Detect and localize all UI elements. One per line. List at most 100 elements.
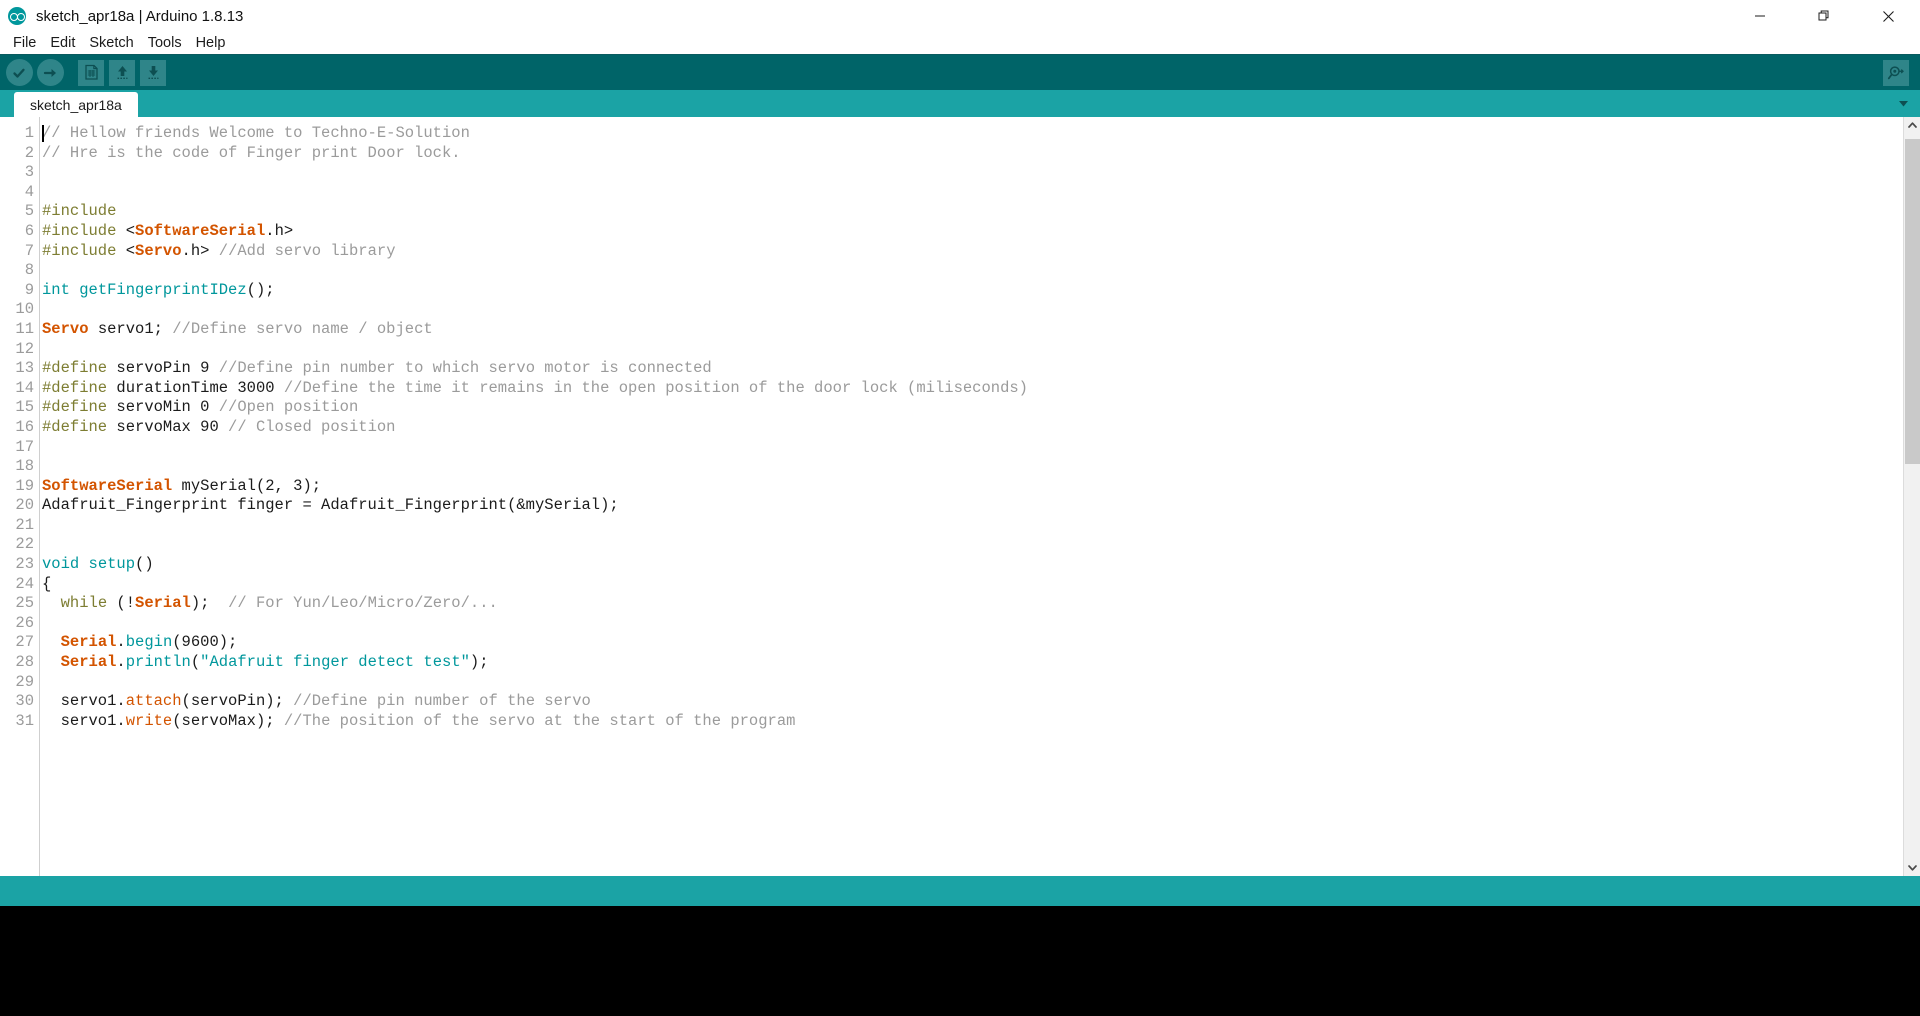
line-number: 13 [15, 359, 34, 378]
minimize-button[interactable] [1728, 0, 1792, 32]
code-line: SoftwareSerial mySerial(2, 3); [42, 476, 322, 495]
chevron-down-icon [1908, 865, 1917, 871]
code-line: Serial.begin(9600); [60, 633, 238, 652]
line-number: 20 [15, 496, 34, 515]
code-line: #include [42, 202, 117, 221]
upload-button[interactable] [36, 59, 64, 87]
line-number: 16 [15, 417, 34, 436]
tab-sketch-apr18a[interactable]: sketch_apr18a [14, 92, 138, 117]
line-number: 4 [24, 182, 34, 201]
line-number: 22 [15, 535, 34, 554]
line-number: 8 [24, 261, 34, 280]
code-line: servo1.attach(servoPin); //Define pin nu… [42, 692, 591, 711]
tab-label: sketch_apr18a [30, 96, 122, 113]
verify-button[interactable] [5, 59, 33, 87]
code-line: void setup() [42, 555, 154, 574]
menu-edit[interactable]: Edit [43, 32, 82, 54]
status-bar [0, 876, 1920, 906]
menu-file[interactable]: File [6, 32, 43, 54]
editor-vertical-scrollbar[interactable] [1903, 117, 1920, 876]
new-sketch-button[interactable] [77, 59, 105, 87]
line-number: 28 [15, 653, 34, 672]
code-line: #define durationTime 3000 //Define the t… [42, 378, 1028, 397]
toolbar [0, 54, 1920, 90]
line-number: 24 [15, 574, 34, 593]
code-line: Servo servo1; //Define servo name / obje… [42, 319, 433, 338]
restore-icon [1818, 10, 1829, 21]
tab-bar: sketch_apr18a [0, 90, 1920, 117]
menu-tools[interactable]: Tools [141, 32, 189, 54]
line-number: 19 [15, 476, 34, 495]
line-number: 9 [24, 280, 34, 299]
line-number: 15 [15, 398, 34, 417]
line-number: 2 [24, 143, 34, 162]
code-line: #define servoPin 9 //Define pin number t… [42, 359, 712, 378]
serial-monitor-button[interactable] [1882, 59, 1910, 87]
code-text-area[interactable]: // Hellow friends Welcome to Techno-E-So… [40, 117, 1920, 876]
line-number: 14 [15, 378, 34, 397]
tab-menu-button[interactable] [1893, 93, 1914, 114]
console-output [0, 906, 1920, 1016]
line-number: 29 [15, 672, 34, 691]
menu-bar: File Edit Sketch Tools Help [0, 32, 1920, 54]
code-line: // Hellow friends Welcome to Techno-E-So… [42, 124, 470, 142]
arrow-right-icon [43, 68, 56, 77]
vertical-scroll-thumb[interactable] [1905, 139, 1920, 464]
code-line: while (!Serial); // For Yun/Leo/Micro/Ze… [60, 594, 498, 613]
line-number: 3 [24, 163, 34, 182]
line-number: 25 [15, 594, 34, 613]
open-sketch-button[interactable] [108, 59, 136, 87]
menu-help[interactable]: Help [189, 32, 233, 54]
minimize-icon [1755, 15, 1765, 17]
code-line: int getFingerprintIDez(); [42, 280, 275, 299]
line-number: 18 [15, 457, 34, 476]
maximize-button[interactable] [1792, 0, 1856, 32]
line-number: 27 [15, 633, 34, 652]
line-number: 21 [15, 515, 34, 534]
search-icon [1887, 66, 1904, 80]
arduino-infinity-icon [8, 7, 26, 25]
chevron-down-icon [1899, 101, 1908, 107]
line-number: 17 [15, 437, 34, 456]
line-number: 7 [24, 241, 34, 260]
close-icon [1882, 10, 1894, 22]
text-caret [42, 125, 44, 142]
save-sketch-button[interactable] [139, 59, 167, 87]
checkmark-icon [13, 68, 25, 78]
code-line: Adafruit_Fingerprint finger = Adafruit_F… [42, 496, 619, 515]
arrow-up-icon [117, 66, 127, 80]
code-line: #include <SoftwareSerial.h> [42, 221, 294, 240]
line-number: 1 [24, 124, 34, 142]
line-number: 23 [15, 555, 34, 574]
close-button[interactable] [1856, 0, 1920, 32]
code-line: #include <Servo.h> //Add servo library [42, 241, 396, 260]
code-line: servo1.write(servoMax); //The position o… [42, 711, 796, 730]
line-number-gutter: 1 2 3 4 5 6 7 8 9 10 11 12 13 14 15 16 1… [0, 117, 40, 876]
code-line: Serial.println("Adafruit finger detect t… [60, 653, 489, 672]
code-editor[interactable]: 1 2 3 4 5 6 7 8 9 10 11 12 13 14 15 16 1… [0, 117, 1920, 876]
new-file-icon [84, 64, 98, 80]
window-title: sketch_apr18a | Arduino 1.8.13 [36, 7, 244, 25]
menu-sketch[interactable]: Sketch [82, 32, 140, 54]
code-line: #define servoMin 0 //Open position [42, 398, 359, 417]
line-number: 10 [15, 300, 34, 319]
code-line: { [42, 574, 52, 593]
line-number: 26 [15, 613, 34, 632]
scroll-down-button[interactable] [1904, 859, 1920, 876]
code-line: #define servoMax 90 // Closed position [42, 417, 396, 436]
line-number: 5 [24, 202, 34, 221]
arrow-down-icon [148, 66, 158, 80]
scroll-up-button[interactable] [1904, 117, 1920, 134]
line-number: 30 [15, 692, 34, 711]
line-number: 12 [15, 339, 34, 358]
code-line: // Hre is the code of Finger print Door … [42, 143, 461, 162]
